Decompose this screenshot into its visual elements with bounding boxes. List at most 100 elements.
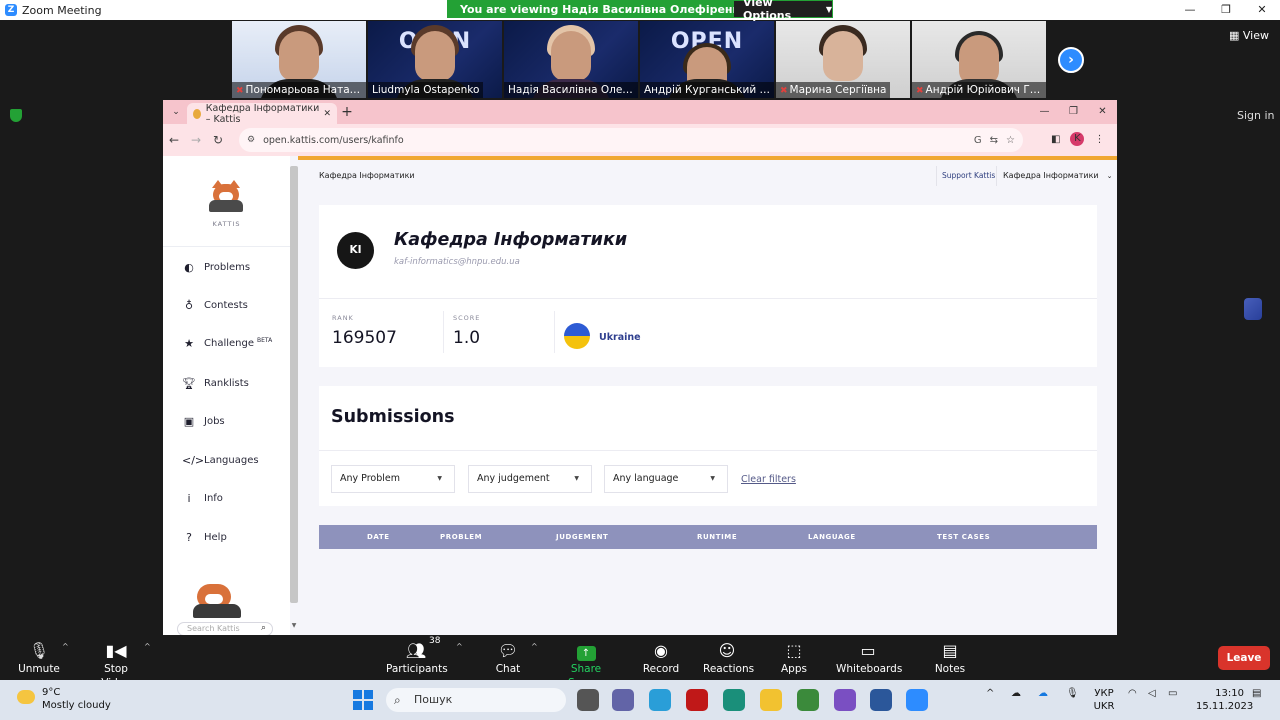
- caret-down-icon: ▼: [574, 475, 579, 482]
- participant-tile[interactable]: ✖ Марина Сергіївна: [776, 21, 910, 98]
- sidebar-item-ranklists[interactable]: 🏆︎ Ranklists: [182, 374, 286, 392]
- apps-button[interactable]: ⬚ Apps: [778, 640, 810, 676]
- participant-tile[interactable]: OPEN Liudmyla Ostapenko: [368, 21, 502, 98]
- close-icon[interactable]: ✕: [1244, 0, 1280, 20]
- site-info-icon[interactable]: ⚙: [247, 135, 255, 145]
- chat-caret-icon[interactable]: ^: [531, 642, 538, 651]
- wifi-icon[interactable]: ◠: [1128, 688, 1137, 699]
- audio-options-caret-icon[interactable]: ^: [62, 642, 69, 651]
- task-view-icon[interactable]: [577, 689, 599, 711]
- participant-tile-active-speaker[interactable]: OPEN Андрій Курганський 🔲: [640, 21, 774, 98]
- microphone-icon[interactable]: 🎙︎: [1066, 688, 1079, 699]
- minimize-icon[interactable]: —: [1172, 0, 1208, 20]
- profile-card: KI Кафедра Інформатики kaf-informatics@h…: [319, 205, 1097, 367]
- rank-value: 169507: [332, 328, 397, 348]
- participant-tile[interactable]: ✖ Андрій Юрійович Гай…: [912, 21, 1046, 98]
- security-shield-icon[interactable]: [10, 109, 22, 122]
- sidebar-item-problems[interactable]: ◐ Problems: [182, 258, 286, 276]
- teams-icon[interactable]: [612, 689, 634, 711]
- volume-icon[interactable]: ◁: [1148, 688, 1156, 699]
- user-menu[interactable]: Кафедра Інформатики ⌄: [1003, 171, 1113, 180]
- file-explorer-icon[interactable]: [760, 689, 782, 711]
- sidebar-scrollbar[interactable]: [290, 166, 298, 603]
- search-input[interactable]: Search Kattis ⌕: [177, 622, 273, 635]
- view-button[interactable]: ▦ View: [1229, 29, 1269, 42]
- translate-icon[interactable]: ⇆: [990, 135, 998, 146]
- reload-icon[interactable]: ↻: [207, 133, 229, 147]
- new-tab-icon[interactable]: +: [339, 104, 355, 120]
- breadcrumb[interactable]: Кафедра Інформатики: [319, 171, 415, 180]
- column-header[interactable]: PROBLEM: [440, 533, 482, 541]
- cloud-icon[interactable]: ☁: [1011, 688, 1021, 699]
- url-input[interactable]: ⚙ open.kattis.com/users/kafinfo G ⇆ ☆: [239, 128, 1023, 152]
- sidebar-item-challenge[interactable]: ★ Challenge BETA: [182, 334, 286, 352]
- battery-icon[interactable]: ▭: [1168, 688, 1177, 699]
- browser-close-icon[interactable]: ✕: [1088, 100, 1117, 124]
- edge-icon[interactable]: [723, 689, 745, 711]
- search-icon[interactable]: ⌕: [261, 622, 266, 634]
- column-header[interactable]: JUDGEMENT: [556, 533, 608, 541]
- mcafee-icon[interactable]: [686, 689, 708, 711]
- tray-overflow-icon[interactable]: ^: [986, 688, 994, 699]
- profile-avatar[interactable]: K: [1070, 132, 1085, 146]
- stop-video-button[interactable]: ▮◀Stop Video: [88, 640, 144, 689]
- language-filter-select[interactable]: Any language ▼: [604, 465, 728, 493]
- share-screen-button[interactable]: ↑Share Screen: [554, 640, 618, 689]
- chat-button[interactable]: 💬︎ Chat: [490, 640, 526, 676]
- unmute-button[interactable]: 🎙︎ Unmute: [18, 640, 60, 676]
- column-header[interactable]: TEST CASES: [937, 533, 990, 541]
- forward-icon[interactable]: →: [185, 133, 207, 147]
- view-options-button[interactable]: View Options ▼: [734, 0, 832, 22]
- menu-kebab-icon[interactable]: ⋮: [1094, 134, 1104, 145]
- onedrive-icon[interactable]: ☁: [1038, 688, 1048, 699]
- google-icon[interactable]: G: [974, 135, 982, 146]
- record-button[interactable]: ◉ Record: [641, 640, 681, 676]
- leave-button[interactable]: Leave: [1218, 646, 1270, 670]
- taskbar-search-input[interactable]: ⌕ Пошук: [386, 688, 566, 712]
- bookmark-star-icon[interactable]: ☆: [1006, 135, 1015, 146]
- column-header[interactable]: LANGUAGE: [808, 533, 856, 541]
- word-icon[interactable]: [870, 689, 892, 711]
- kattis-logo-icon[interactable]: [207, 180, 245, 212]
- side-panel-icon[interactable]: ◧: [1051, 134, 1060, 145]
- judgement-filter-select[interactable]: Any judgement ▼: [468, 465, 592, 493]
- column-header[interactable]: RUNTIME: [697, 533, 737, 541]
- ukraine-flag-icon: [564, 323, 590, 349]
- system-clock[interactable]: 13:10 15.11.2023: [1196, 687, 1253, 713]
- participants-caret-icon[interactable]: ^: [456, 642, 463, 651]
- reactions-button[interactable]: ☺ Reactions: [703, 640, 754, 676]
- chat-icon: 💬︎: [497, 641, 519, 660]
- scroll-down-icon[interactable]: ▼: [290, 622, 298, 629]
- participant-tile[interactable]: Надія Василівна Олефіре…: [504, 21, 638, 98]
- sidebar-item-jobs[interactable]: ▣ Jobs: [182, 412, 286, 430]
- back-icon[interactable]: ←: [163, 133, 185, 147]
- whiteboards-button[interactable]: ▭ Whiteboards: [836, 640, 902, 676]
- zoom-icon[interactable]: [906, 689, 928, 711]
- viber-icon[interactable]: [834, 689, 856, 711]
- sidebar-item-help[interactable]: ? Help: [182, 528, 286, 546]
- column-header[interactable]: DATE: [367, 533, 390, 541]
- maximize-icon[interactable]: ❐: [1208, 0, 1244, 20]
- browser-minimize-icon[interactable]: —: [1030, 100, 1059, 124]
- browser-maximize-icon[interactable]: ❐: [1059, 100, 1088, 124]
- tab-close-icon[interactable]: ✕: [323, 109, 331, 119]
- sign-in-button[interactable]: Sign in: [1237, 109, 1275, 122]
- windows-start-icon[interactable]: [353, 690, 373, 710]
- sidebar-item-languages[interactable]: </> Languages: [182, 451, 286, 469]
- video-options-caret-icon[interactable]: ^: [144, 642, 151, 651]
- notifications-icon[interactable]: ▤: [1252, 688, 1261, 699]
- tab-search-icon[interactable]: ⌄: [169, 105, 183, 119]
- chrome-icon[interactable]: [797, 689, 819, 711]
- gallery-next-icon[interactable]: ›: [1058, 47, 1084, 73]
- problem-filter-select[interactable]: Any Problem ▼: [331, 465, 455, 493]
- clear-filters-link[interactable]: Clear filters: [741, 474, 796, 485]
- sidebar-item-contests[interactable]: ♁ Contests: [182, 296, 286, 314]
- country-link[interactable]: Ukraine: [599, 332, 641, 343]
- sidebar-item-info[interactable]: i Info: [182, 489, 286, 507]
- support-kattis-link[interactable]: Support Kattis: [942, 171, 995, 180]
- participant-tile[interactable]: ✖ Пономарьова Наталія…: [232, 21, 366, 98]
- notes-button[interactable]: ▤ Notes: [932, 640, 968, 676]
- telegram-icon[interactable]: [649, 689, 671, 711]
- language-indicator[interactable]: УКР UKR: [1092, 687, 1116, 713]
- browser-tab[interactable]: Кафедра Інформатики – Kattis ✕: [187, 103, 337, 125]
